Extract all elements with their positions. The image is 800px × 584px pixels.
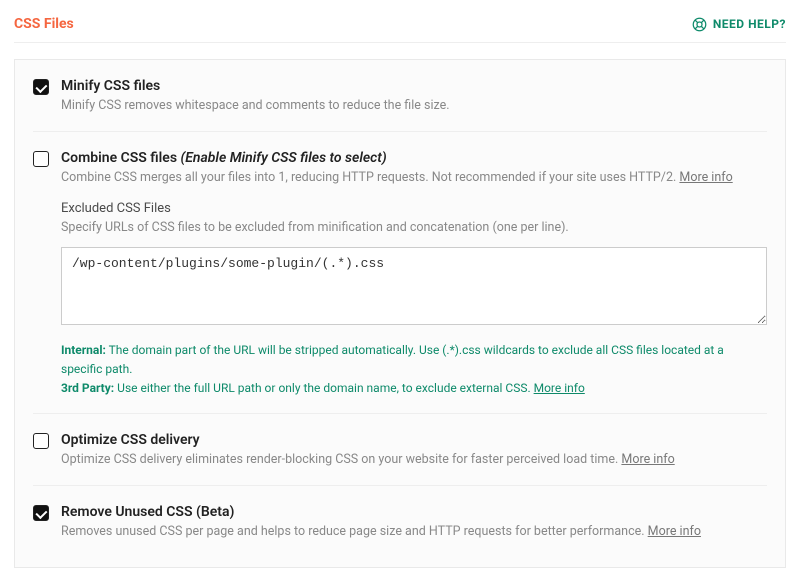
- combine-more-info-link[interactable]: More info: [679, 170, 732, 185]
- minify-checkbox[interactable]: [33, 79, 49, 95]
- options-panel: Minify CSS files Minify CSS removes whit…: [14, 59, 786, 568]
- optimize-more-info-link[interactable]: More info: [621, 452, 674, 467]
- excluded-notes: Internal: The domain part of the URL wil…: [61, 341, 767, 397]
- need-help-label: NEED HELP?: [713, 17, 786, 31]
- note-3rdparty-label: 3rd Party:: [61, 381, 114, 395]
- excluded-title: Excluded CSS Files: [61, 201, 767, 216]
- option-minify: Minify CSS files Minify CSS removes whit…: [33, 60, 767, 131]
- combine-desc-line: Combine CSS merges all your files into 1…: [61, 169, 767, 187]
- remove-unused-desc: Removes unused CSS per page and helps to…: [61, 524, 645, 539]
- note-3rdparty-text: Use either the full URL path or only the…: [117, 381, 530, 395]
- note-internal-label: Internal:: [61, 343, 106, 357]
- minify-title: Minify CSS files: [61, 78, 767, 94]
- minify-desc: Minify CSS removes whitespace and commen…: [61, 97, 767, 115]
- optimize-title: Optimize CSS delivery: [61, 432, 767, 448]
- excluded-more-info-link[interactable]: More info: [534, 381, 585, 395]
- combine-title: Combine CSS files: [61, 150, 177, 166]
- excluded-desc: Specify URLs of CSS files to be excluded…: [61, 219, 767, 237]
- combine-title-line: Combine CSS files (Enable Minify CSS fil…: [61, 150, 767, 166]
- remove-unused-more-info-link[interactable]: More info: [648, 524, 701, 539]
- note-internal-text: The domain part of the URL will be strip…: [61, 343, 724, 376]
- combine-desc: Combine CSS merges all your files into 1…: [61, 170, 676, 185]
- combine-checkbox[interactable]: [33, 151, 49, 167]
- remove-unused-title: Remove Unused CSS (Beta): [61, 504, 767, 520]
- optimize-checkbox[interactable]: [33, 433, 49, 449]
- remove-unused-checkbox[interactable]: [33, 505, 49, 521]
- optimize-desc: Optimize CSS delivery eliminates render-…: [61, 452, 618, 467]
- section-header: CSS Files NEED HELP?: [14, 10, 786, 43]
- combine-title-hint: (Enable Minify CSS files to select): [181, 150, 387, 166]
- option-remove-unused: Remove Unused CSS (Beta) Removes unused …: [33, 485, 767, 557]
- lifering-icon: [692, 17, 707, 32]
- option-combine: Combine CSS files (Enable Minify CSS fil…: [33, 131, 767, 413]
- excluded-css-section: Excluded CSS Files Specify URLs of CSS f…: [33, 201, 767, 397]
- option-optimize: Optimize CSS delivery Optimize CSS deliv…: [33, 413, 767, 485]
- optimize-desc-line: Optimize CSS delivery eliminates render-…: [61, 451, 767, 469]
- section-title: CSS Files: [14, 16, 74, 32]
- need-help-button[interactable]: NEED HELP?: [692, 17, 786, 32]
- excluded-css-textarea[interactable]: [61, 247, 767, 325]
- remove-unused-desc-line: Removes unused CSS per page and helps to…: [61, 523, 767, 541]
